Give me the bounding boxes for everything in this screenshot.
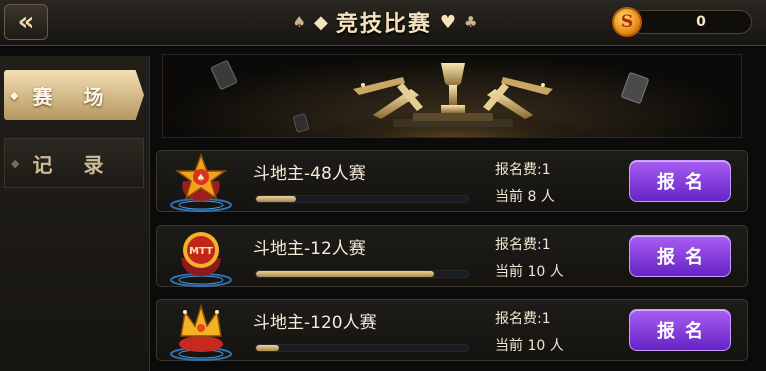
tab-record[interactable]: ◆ 记 录: [4, 138, 144, 188]
coin-balance-value: 0: [630, 10, 752, 34]
current-players: 当前 10 人: [495, 338, 564, 354]
current-players: 当前 8 人: [495, 189, 555, 205]
crown-badge-icon: [165, 302, 237, 362]
back-button[interactable]: «: [4, 4, 48, 40]
tab-record-label: 记 录: [32, 152, 116, 177]
star-badge-icon: ♠: [165, 152, 237, 213]
sidebar: ◆ 赛 场 ◆ 记 录: [0, 56, 150, 371]
mtt-badge-icon: MTT: [165, 228, 237, 288]
heart-icon: ♥: [439, 11, 456, 33]
current-players: 当前 10 人: [495, 264, 564, 280]
svg-text:MTT: MTT: [189, 246, 213, 257]
club-icon: ♣: [464, 13, 478, 31]
title-area: ♠ ◆ 竞技比赛 ♥ ♣: [270, 4, 500, 40]
registration-progress-bar: [255, 270, 469, 278]
tab-arena[interactable]: ◆ 赛 场: [4, 70, 144, 120]
coin-icon: S: [612, 7, 642, 37]
spade-icon: ♠: [292, 13, 306, 31]
trophy-illustration-icon: [210, 60, 649, 137]
signup-button[interactable]: 报名: [629, 309, 731, 351]
diamond-icon: ◆: [314, 11, 328, 33]
match-name: 斗地主-48人赛: [253, 164, 366, 184]
tab-arena-label: 赛 场: [32, 84, 116, 109]
coin-balance: 0 S: [612, 6, 752, 38]
signup-button[interactable]: 报名: [629, 235, 731, 277]
trophy-banner: [162, 54, 742, 138]
progress-fill: [256, 271, 435, 277]
top-bar: « ♠ ◆ 竞技比赛 ♥ ♣ 0 S: [0, 0, 766, 46]
entry-fee: 报名费:1: [495, 237, 551, 253]
match-name: 斗地主-120人赛: [253, 313, 377, 333]
progress-fill: [256, 345, 280, 351]
match-row: MTT 斗地主-12人赛 报名费:1 当前 10 人 报名: [156, 225, 748, 287]
signup-button[interactable]: 报名: [629, 160, 731, 202]
chevron-left-icon: ◆: [10, 88, 19, 102]
page-title: 竞技比赛: [335, 11, 432, 37]
match-row: 斗地主-120人赛 报名费:1 当前 10 人 报名: [156, 299, 748, 361]
match-row: ♠ 斗地主-48人赛 报名费:1 当前 8 人 报名: [156, 150, 748, 212]
progress-fill: [256, 196, 297, 202]
registration-progress-bar: [255, 344, 469, 352]
svg-text:♠: ♠: [197, 173, 206, 184]
registration-progress-bar: [255, 195, 469, 203]
match-name: 斗地主-12人赛: [253, 239, 366, 259]
entry-fee: 报名费:1: [495, 311, 551, 327]
double-chevron-left-icon: «: [17, 7, 35, 37]
chevron-left-icon: ◆: [11, 156, 20, 170]
entry-fee: 报名费:1: [495, 162, 551, 178]
